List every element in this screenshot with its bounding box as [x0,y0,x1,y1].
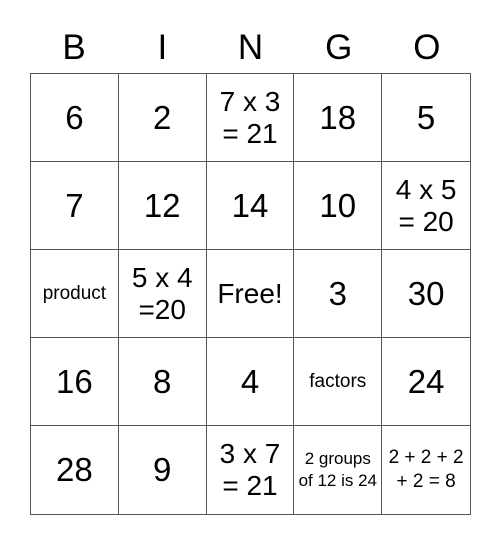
bingo-cell[interactable]: 2 + 2 + 2 + 2 = 8 [382,426,470,514]
bingo-cell[interactable]: 2 groups of 12 is 24 [294,426,383,514]
bingo-cell[interactable]: 6 [31,74,119,162]
bingo-cell[interactable]: 3 [294,250,383,338]
header-letter-i: I [157,28,168,67]
bingo-cell[interactable]: 4 x 5 = 20 [382,162,470,250]
bingo-cell[interactable]: 24 [382,338,470,426]
free-space-cell[interactable]: Free! [206,250,295,338]
header-letter-o: O [413,28,441,67]
bingo-cell[interactable]: 3 x 7 = 21 [207,426,295,514]
header-letter-b: B [62,28,86,67]
bingo-cell[interactable]: 2 [118,74,207,162]
bingo-cell[interactable]: 30 [382,250,470,338]
bingo-cell[interactable]: 16 [31,338,119,426]
bingo-cell[interactable]: 9 [119,426,207,514]
bingo-cell[interactable]: factors [294,338,383,426]
bingo-cell[interactable]: 5 [382,74,470,162]
bingo-cell[interactable]: 4 [206,338,295,426]
bingo-cell[interactable]: 8 [118,338,207,426]
bingo-cell[interactable]: 7 [31,162,119,250]
bingo-cell[interactable]: 7 x 3 = 21 [206,74,295,162]
header-letter-n: N [237,28,264,67]
bingo-cell[interactable]: product [31,250,119,338]
bingo-cell[interactable]: 12 [118,162,207,250]
header-letter-g: G [325,28,353,67]
bingo-cell[interactable]: 14 [206,162,295,250]
bingo-cell[interactable]: 28 [31,426,119,514]
bingo-cell[interactable]: 10 [294,162,383,250]
bingo-cell[interactable]: 5 x 4 =20 [118,250,207,338]
bingo-grid: 6 2 7 x 3 = 21 18 5 7 12 14 10 4 x 5 = 2… [30,73,471,515]
bingo-header: B I N G O [30,28,471,68]
bingo-cell[interactable]: 18 [294,74,383,162]
